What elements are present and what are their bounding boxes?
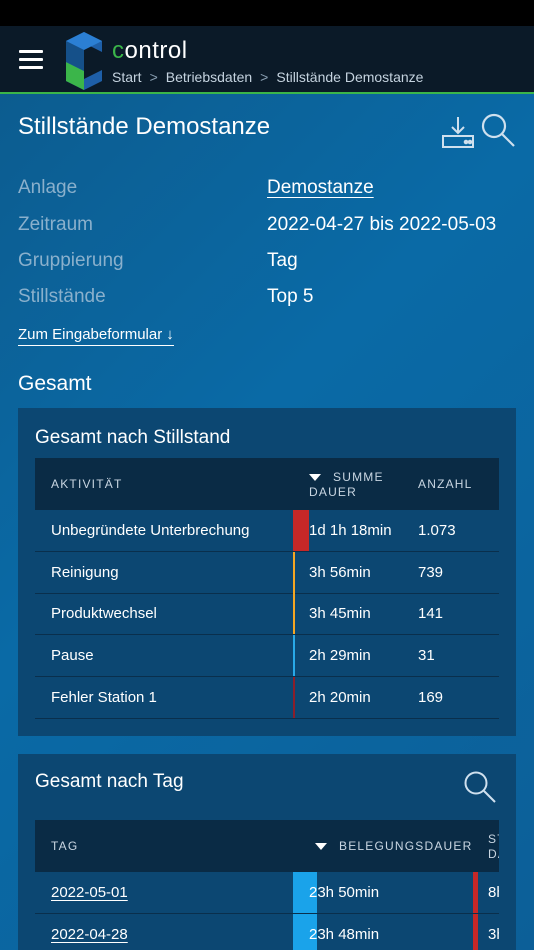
cell-activity: Reinigung — [51, 563, 119, 581]
chevron-right-icon: > — [149, 69, 158, 85]
table-row[interactable]: Unbegründete Unterbrechung 1d 1h 18min 1.0… — [35, 510, 499, 552]
search-icon[interactable] — [463, 770, 497, 804]
column-anzahl[interactable]: Anzahl — [418, 477, 473, 491]
filter-label-zeitraum: Zeitraum — [18, 214, 93, 235]
table-row[interactable]: Fehler Station 1 2h 20min 169 — [35, 676, 499, 719]
column-stillstand[interactable]: St — [488, 832, 499, 846]
cell-belegungsdauer: 23h 48min — [309, 925, 380, 943]
cell-duration: 1d 1h 18min — [309, 522, 392, 539]
filter-value-stillstaende: Top 5 — [267, 286, 314, 307]
card-title: Gesamt nach Tag — [35, 771, 184, 792]
menu-icon[interactable] — [19, 50, 43, 70]
column-aktivitaet[interactable]: Aktivität — [51, 477, 122, 491]
cell-belegungsdauer: 23h 50min — [309, 884, 380, 901]
cell-count: 1.073 — [418, 522, 456, 539]
breadcrumb-start[interactable]: Start — [112, 69, 142, 85]
column-summe[interactable]: Summe — [309, 470, 384, 484]
table-row[interactable]: 2022-04-28 23h 48min 3h — [35, 913, 499, 950]
section-title: Gesamt — [18, 372, 92, 395]
filter-label-stillstaende: Stillstände — [18, 286, 106, 307]
filter-value-zeitraum: 2022-04-27 bis 2022-05-03 — [267, 214, 497, 235]
breadcrumb-betriebsdaten[interactable]: Betriebsdaten — [166, 69, 252, 85]
cell-stillstand: 8h — [488, 884, 499, 901]
sort-desc-icon — [309, 474, 321, 482]
table-header: Aktivität Summe Dauer Anzahl — [35, 458, 499, 510]
duration-bar — [293, 676, 295, 718]
chevron-right-icon: > — [260, 69, 269, 85]
cell-duration: 2h 29min — [309, 647, 371, 665]
status-bar — [0, 0, 534, 26]
column-belegungsdauer[interactable]: Belegungsdauer — [315, 839, 473, 853]
cell-day-link[interactable]: 2022-05-01 — [51, 884, 128, 901]
table-row[interactable]: 2022-05-01 23h 50min 8h — [35, 872, 499, 914]
download-icon[interactable] — [440, 114, 476, 150]
arrow-down-icon: ↓ — [166, 326, 174, 343]
cell-day-link[interactable]: 2022-04-28 — [51, 926, 128, 943]
table-header: Tag Belegungsdauer St Da — [35, 820, 499, 872]
cell-count: 141 — [418, 605, 444, 623]
table-row[interactable]: Reinigung 3h 56min 739 — [35, 551, 499, 594]
page-title: Stillstände Demostanze — [18, 113, 271, 140]
app-bar: control Start > Betriebsdaten > Stillstände … — [0, 26, 534, 94]
duration-bar — [293, 551, 296, 593]
filter-label-gruppierung: Gruppierung — [18, 250, 124, 271]
duration-bar — [293, 635, 295, 677]
filter-value-gruppierung: Tag — [267, 250, 298, 271]
brand-title: control — [112, 37, 188, 64]
cell-duration: 2h 20min — [309, 688, 371, 706]
logo-icon — [66, 32, 102, 90]
cell-count: 31 — [418, 647, 435, 665]
column-dauer[interactable]: Da — [488, 847, 499, 861]
card-stillstand: Gesamt nach Stillstand Aktivität Summe D… — [18, 408, 516, 736]
duration-bar — [293, 593, 296, 635]
duration-bar — [293, 510, 309, 551]
card-tag: Gesamt nach Tag Tag Belegungsdauer St Da… — [18, 754, 516, 950]
form-link[interactable]: Zum Eingabeformular ↓ — [18, 326, 174, 346]
breadcrumb-current: Stillstände Demostanze — [276, 69, 424, 85]
filter-value-anlage[interactable]: Demostanze — [267, 177, 374, 199]
search-icon[interactable] — [480, 112, 516, 148]
cell-activity: Unbegründete Unterbrechung — [51, 522, 250, 539]
cell-count: 739 — [418, 563, 444, 581]
table-row[interactable]: Pause 2h 29min 31 — [35, 635, 499, 678]
cell-activity: Pause — [51, 647, 94, 665]
cell-duration: 3h 45min — [309, 605, 371, 623]
card-title: Gesamt nach Stillstand — [35, 427, 231, 448]
cell-stillstand: 3h — [488, 925, 499, 943]
table-row[interactable]: Produktwechsel 3h 45min 141 — [35, 593, 499, 636]
stillstand-bar — [473, 872, 478, 913]
column-tag[interactable]: Tag — [51, 839, 78, 853]
column-dauer[interactable]: Dauer — [309, 485, 357, 499]
sort-desc-icon — [315, 843, 327, 851]
cell-activity: Produktwechsel — [51, 605, 157, 623]
breadcrumb: Start > Betriebsdaten > Stillstände Demostan… — [112, 69, 423, 85]
stillstand-bar — [473, 913, 478, 950]
filter-label-anlage: Anlage — [18, 177, 78, 198]
cell-count: 169 — [418, 688, 444, 706]
cell-activity: Fehler Station 1 — [51, 688, 157, 706]
cell-duration: 3h 56min — [309, 563, 371, 581]
